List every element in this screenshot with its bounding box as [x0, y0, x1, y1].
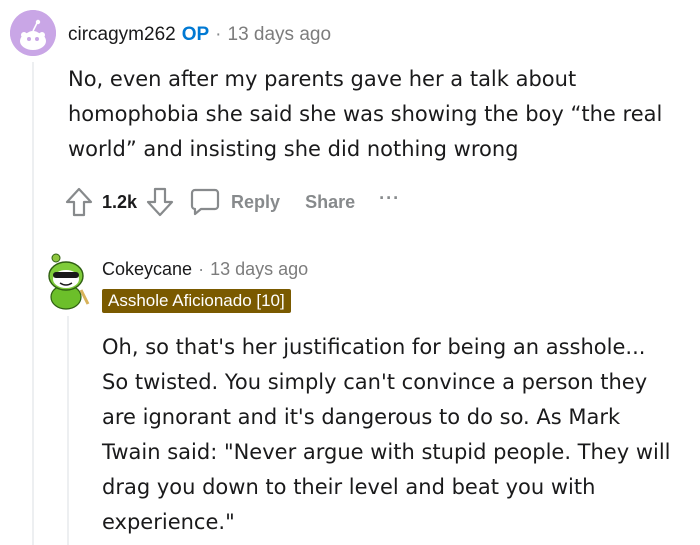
author-name[interactable]: Cokeycane [102, 259, 192, 280]
thread-line-1[interactable] [32, 62, 34, 545]
comment-body-line: world” and insisting she did nothing wro… [68, 137, 519, 161]
comment-body: No, even after my parents gave her a tal… [68, 62, 662, 167]
meta-separator: · [198, 259, 205, 279]
downvote-icon[interactable] [145, 186, 175, 218]
comment-meta: Cokeycane · 13 days ago [102, 259, 308, 280]
comment-body-line: experience." [102, 510, 235, 534]
avatar[interactable] [44, 252, 94, 310]
user-flair: Asshole Aficionado [10] [102, 289, 291, 313]
comment-body-line: Twain said: "Never argue with stupid peo… [102, 440, 671, 464]
timestamp[interactable]: 13 days ago [228, 24, 332, 46]
comment-body-line: No, even after my parents gave her a tal… [68, 67, 577, 91]
comment-body-line: Oh, so that's her justification for bein… [102, 335, 646, 359]
avatar[interactable] [10, 10, 56, 56]
meta-separator: · [215, 24, 222, 45]
reply-button[interactable]: Reply [189, 187, 280, 217]
comment-action-bar: 1.2k Reply Share ··· [64, 186, 400, 218]
op-badge: OP [181, 24, 210, 45]
comment-body-line: drag you down to their level and beat yo… [102, 475, 596, 499]
more-icon[interactable]: ··· [379, 188, 400, 209]
snoo-avatar-icon [48, 253, 90, 310]
share-button[interactable]: Share [305, 192, 355, 213]
reply-label: Reply [231, 191, 281, 212]
comment-body-line: homophobia she said she was showing the … [68, 102, 663, 126]
vote-score: 1.2k [102, 191, 138, 212]
comment-body: Oh, so that's her justification for bein… [102, 330, 671, 540]
snoo-avatar-icon [10, 10, 56, 56]
comment-body-line: So twisted. You simply can't convince a … [102, 370, 648, 394]
author-name[interactable]: circagym262 [68, 24, 176, 46]
timestamp[interactable]: 13 days ago [210, 259, 308, 280]
comment-meta: circagym262 OP · 13 days ago [68, 24, 331, 46]
comment-icon [189, 187, 221, 217]
comment-body-line: are ignorant and it's dangerous to do so… [102, 405, 621, 429]
upvote-icon[interactable] [64, 186, 94, 218]
thread-line-2[interactable] [67, 316, 69, 545]
